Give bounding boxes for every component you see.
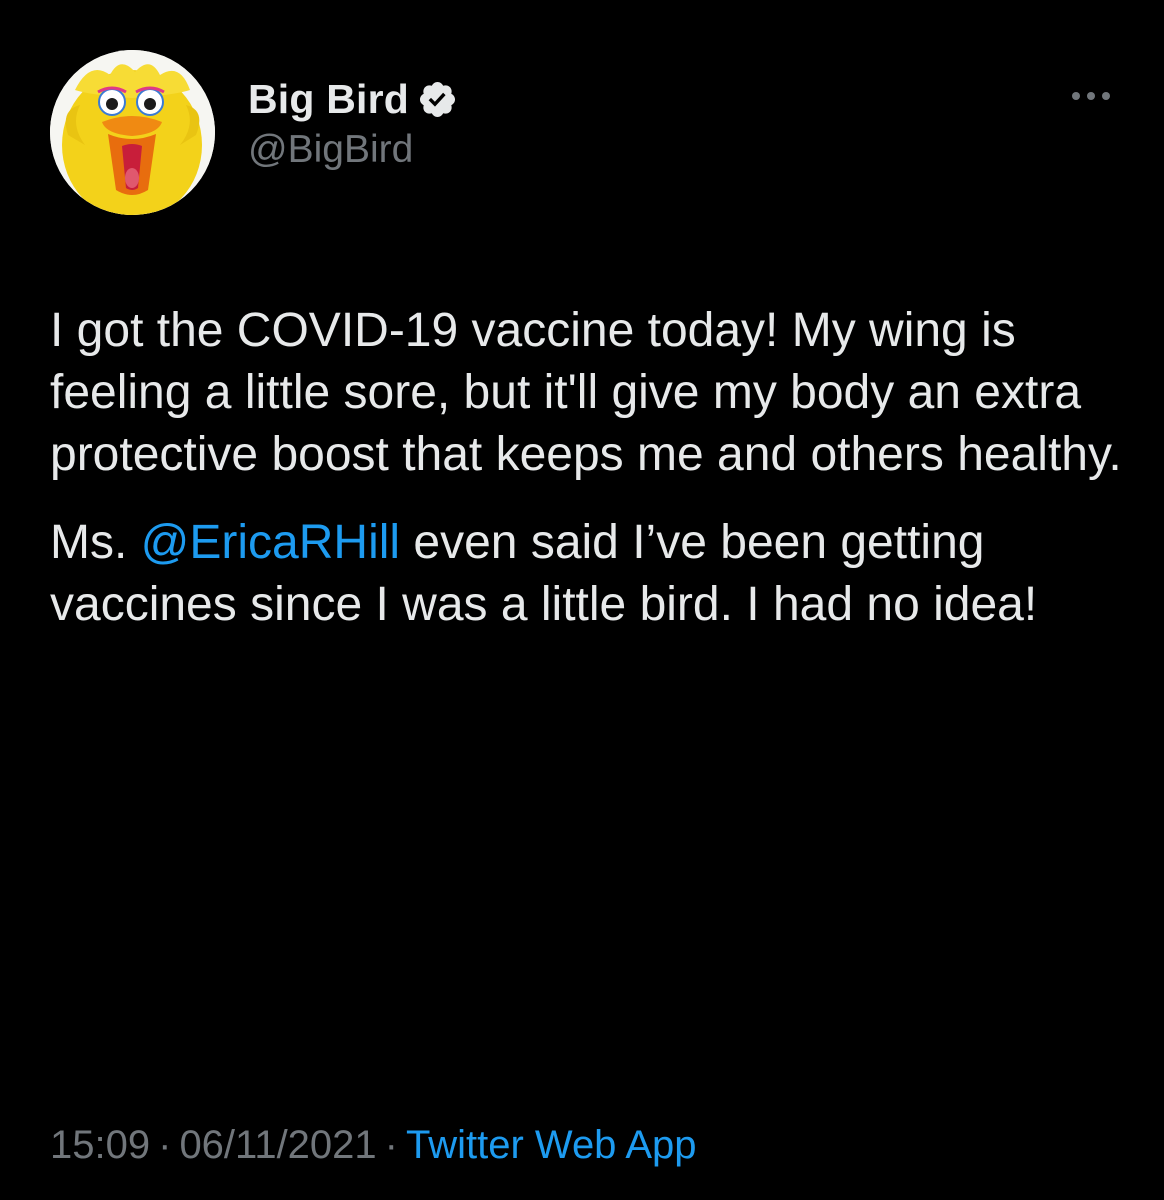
tweet-card: Big Bird @BigBird I got the COVID-19 vac…: [0, 0, 1164, 1200]
more-options-icon[interactable]: [1068, 84, 1114, 108]
meta-separator: ·: [384, 1123, 398, 1167]
tweet-text-prefix: Ms.: [50, 516, 141, 569]
mention-link[interactable]: @EricaRHill: [141, 516, 400, 569]
verified-badge-icon: [417, 79, 458, 120]
tweet-metadata: 15:09 · 06/11/2021 · Twitter Web App: [50, 1118, 697, 1172]
avatar[interactable]: [50, 50, 215, 215]
source-link[interactable]: Twitter Web App: [406, 1123, 697, 1167]
author-info: Big Bird @BigBird: [248, 73, 458, 176]
tweet-paragraph-2: Ms. @EricaRHill even said I’ve been gett…: [50, 512, 1130, 636]
tweet-date[interactable]: 06/11/2021: [179, 1123, 376, 1167]
handle[interactable]: @BigBird: [248, 124, 458, 176]
display-name[interactable]: Big Bird: [248, 73, 409, 125]
meta-separator: ·: [158, 1123, 172, 1167]
tweet-time[interactable]: 15:09: [50, 1123, 150, 1167]
tweet-paragraph-1: I got the COVID-19 vaccine today! My win…: [50, 304, 1122, 481]
big-bird-avatar-image: [50, 50, 215, 215]
tweet-text: I got the COVID-19 vaccine today! My win…: [50, 300, 1130, 636]
display-name-row: Big Bird: [248, 73, 458, 125]
